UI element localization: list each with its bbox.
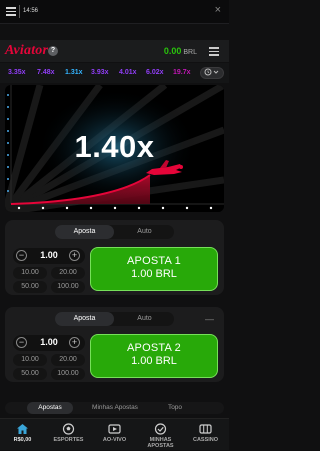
increase-amount-button[interactable]: + bbox=[69, 250, 80, 261]
bet-amount-value[interactable]: 1.00 bbox=[29, 337, 69, 347]
balance-amount: 0.00 bbox=[163, 46, 182, 56]
game-menu-icon[interactable] bbox=[209, 47, 219, 56]
tab-minhas-apostas[interactable]: Minhas Apostas bbox=[85, 402, 145, 414]
nav-label: ESPORTES bbox=[53, 437, 84, 443]
bet-amount-stepper: − 1.00 + bbox=[13, 248, 85, 264]
nav-item-home[interactable]: R$0,00 bbox=[0, 419, 45, 451]
bet-amount-stepper: − 1.00 + bbox=[13, 335, 85, 351]
aviator-logo: Aviator bbox=[5, 43, 49, 58]
place-bet-1-button[interactable]: APOSTA 1 1.00 BRL bbox=[90, 247, 218, 291]
nav-label: AO-VIVO bbox=[102, 437, 127, 443]
decrease-amount-button[interactable]: − bbox=[16, 250, 27, 261]
top-bar: 14:56 × bbox=[0, 0, 229, 24]
history-multiplier: 19.7x bbox=[173, 69, 191, 76]
collapse-panel-icon[interactable]: — bbox=[205, 314, 214, 324]
bet-button-title: APOSTA 1 bbox=[127, 255, 181, 267]
bet-mode-tabs: Aposta Auto bbox=[55, 312, 174, 326]
tab-aposta[interactable]: Aposta bbox=[55, 312, 114, 326]
tab-auto[interactable]: Auto bbox=[115, 312, 174, 326]
bet-mode-tabs: Aposta Auto bbox=[55, 225, 174, 239]
home-icon bbox=[17, 424, 28, 434]
bet-amount-value[interactable]: 1.00 bbox=[29, 250, 69, 260]
nav-item-cassino[interactable]: CASSINO bbox=[183, 419, 228, 451]
quick-amount-button[interactable]: 50.00 bbox=[13, 368, 47, 380]
nav-label: R$0,00 bbox=[13, 437, 32, 443]
quick-amount-button[interactable]: 10.00 bbox=[13, 267, 47, 279]
history-icon bbox=[204, 68, 219, 76]
decrease-amount-button[interactable]: − bbox=[16, 337, 27, 348]
bottom-navigation: R$0,00 ESPORTES AO-VIVO MINHAS APOSTAS C… bbox=[0, 418, 229, 450]
current-multiplier: 1.40x bbox=[74, 129, 155, 164]
tab-aposta[interactable]: Aposta bbox=[55, 225, 114, 239]
help-icon[interactable]: ? bbox=[48, 46, 58, 56]
quick-amount-button[interactable]: 50.00 bbox=[13, 281, 47, 293]
check-circle-icon bbox=[154, 423, 167, 435]
increase-amount-button[interactable]: + bbox=[69, 337, 80, 348]
quick-amount-button[interactable]: 20.00 bbox=[51, 267, 85, 279]
soccer-ball-icon bbox=[62, 423, 75, 435]
close-icon[interactable]: × bbox=[215, 4, 221, 16]
quick-amount-button[interactable]: 10.00 bbox=[13, 354, 47, 366]
bet-button-title: APOSTA 2 bbox=[127, 342, 181, 354]
balance: 0.00 BRL bbox=[164, 46, 197, 56]
nav-label: MINHAS APOSTAS bbox=[147, 437, 174, 449]
bets-list-tabs: Apostas Minhas Apostas Topo bbox=[5, 402, 224, 414]
nav-item-minhas-apostas[interactable]: MINHAS APOSTAS bbox=[138, 419, 183, 451]
history-multiplier: 4.01x bbox=[119, 69, 137, 76]
balance-currency: BRL bbox=[183, 49, 197, 56]
game-canvas: 1.40x bbox=[5, 85, 224, 212]
bet-button-amount: 1.00 BRL bbox=[131, 355, 177, 367]
bet-button-amount: 1.00 BRL bbox=[131, 268, 177, 280]
live-icon bbox=[108, 424, 121, 434]
history-multiplier: 3.35x bbox=[8, 69, 26, 76]
bet-panel-2: Aposta Auto — − 1.00 + 10.00 20.00 50.00… bbox=[5, 307, 224, 382]
history-multiplier: 7.48x bbox=[37, 69, 55, 76]
slot-machine-icon bbox=[199, 424, 212, 434]
tab-topo[interactable]: Topo bbox=[153, 402, 197, 414]
place-bet-2-button[interactable]: APOSTA 2 1.00 BRL bbox=[90, 334, 218, 378]
nav-item-ao-vivo[interactable]: AO-VIVO bbox=[92, 419, 137, 451]
quick-amount-button[interactable]: 100.00 bbox=[51, 368, 85, 380]
nav-label: CASSINO bbox=[192, 437, 219, 443]
clock: 14:56 bbox=[19, 5, 41, 18]
tab-apostas[interactable]: Apostas bbox=[27, 402, 73, 414]
tab-auto[interactable]: Auto bbox=[115, 225, 174, 239]
nav-item-esportes[interactable]: ESPORTES bbox=[46, 419, 91, 451]
history-multiplier: 6.02x bbox=[146, 69, 164, 76]
quick-amount-button[interactable]: 100.00 bbox=[51, 281, 85, 293]
multiplier-history: 3.35x 7.48x 1.31x 3.93x 4.01x 6.02x 19.7… bbox=[0, 63, 229, 83]
history-multiplier: 3.93x bbox=[91, 69, 109, 76]
hamburger-menu-icon[interactable] bbox=[6, 7, 16, 16]
history-multiplier: 1.31x bbox=[65, 69, 83, 76]
history-toggle-button[interactable] bbox=[200, 67, 224, 79]
quick-amount-button[interactable]: 20.00 bbox=[51, 354, 85, 366]
game-header: Aviator ? 0.00 BRL bbox=[0, 40, 229, 62]
bet-panel-1: Aposta Auto − 1.00 + 10.00 20.00 50.00 1… bbox=[5, 220, 224, 295]
